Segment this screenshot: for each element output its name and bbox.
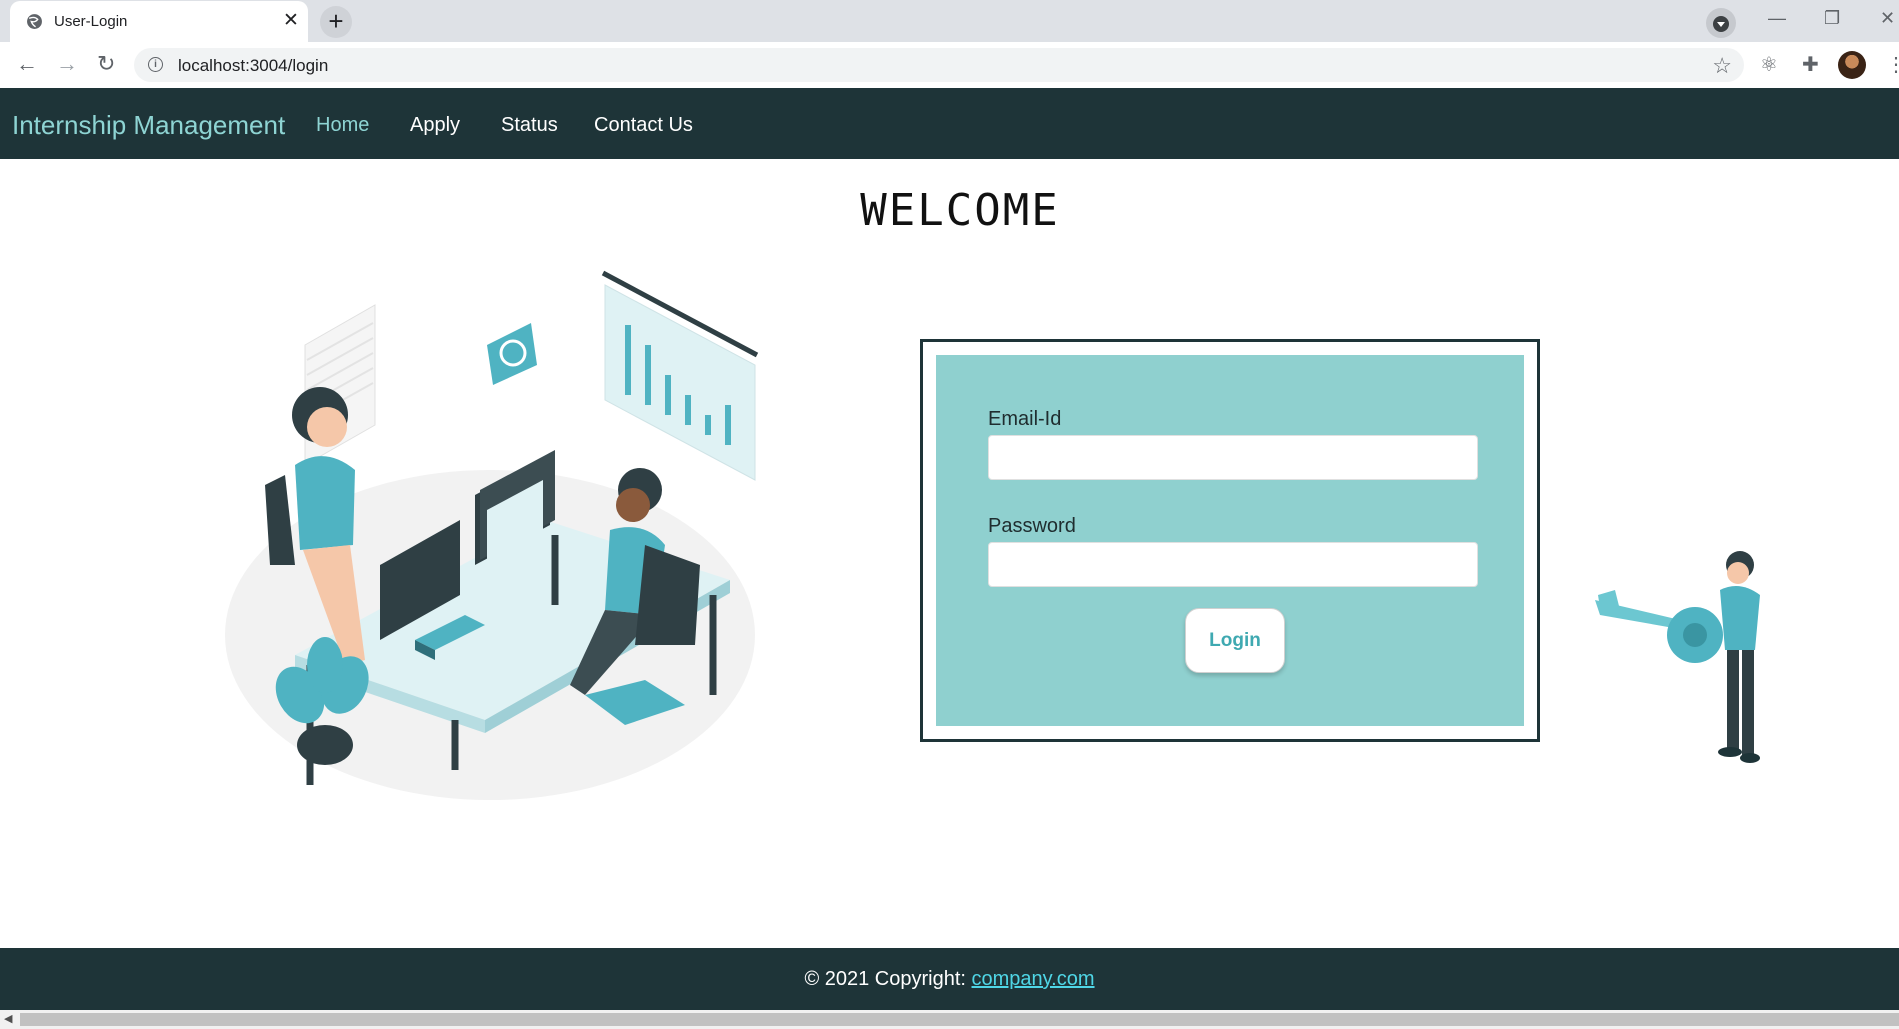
browser-toolbar: ← → ↻ i localhost:3004/login ☆ ⚛ ✚ ⋮ — [0, 42, 1899, 89]
extension-icon[interactable]: ⚛ — [1760, 52, 1778, 77]
tab-search-button[interactable] — [1706, 8, 1736, 38]
password-field[interactable] — [988, 542, 1478, 587]
star-icon[interactable]: ☆ — [1712, 53, 1732, 79]
forward-icon[interactable]: → — [56, 52, 78, 76]
tab-title: User-Login — [54, 13, 128, 30]
page-title: WELCOME — [860, 185, 1060, 236]
close-window-icon[interactable]: ✕ — [1880, 8, 1895, 29]
info-icon[interactable]: i — [148, 57, 163, 72]
browser-tab[interactable]: User-Login ✕ — [10, 1, 308, 42]
scroll-left-icon[interactable]: ◀ — [4, 1012, 12, 1025]
email-label: Email-Id — [988, 408, 1062, 430]
minimize-icon[interactable]: — — [1768, 8, 1786, 29]
menu-icon[interactable]: ⋮ — [1886, 52, 1899, 77]
close-icon[interactable]: ✕ — [282, 10, 300, 32]
nav-apply[interactable]: Apply — [410, 114, 460, 137]
site-footer: © 2021 Copyright: company.com — [0, 948, 1899, 1010]
chevron-down-icon — [1713, 16, 1729, 32]
login-card: Email-Id Password Login — [920, 339, 1540, 742]
company-link[interactable]: company.com — [972, 968, 1095, 990]
login-form: Email-Id Password Login — [936, 355, 1524, 726]
puzzle-icon[interactable]: ✚ — [1802, 52, 1819, 77]
globe-icon — [27, 14, 42, 29]
new-tab-button[interactable]: + — [320, 6, 352, 38]
site-navbar: Internship Management Home Apply Status … — [0, 88, 1899, 159]
horizontal-scrollbar[interactable]: ◀ — [0, 1010, 1899, 1029]
office-illustration — [225, 270, 759, 800]
scrollbar-thumb[interactable] — [20, 1013, 1899, 1026]
copyright-label: © 2021 Copyright: — [804, 968, 966, 990]
nav-contact-us[interactable]: Contact Us — [594, 114, 693, 137]
address-bar[interactable]: i localhost:3004/login ☆ — [134, 48, 1744, 82]
restore-icon[interactable]: ❐ — [1824, 8, 1840, 29]
reload-icon[interactable]: ↻ — [97, 52, 115, 76]
nav-home[interactable]: Home — [316, 114, 369, 137]
avatar[interactable] — [1838, 51, 1866, 79]
brand-link[interactable]: Internship Management — [12, 110, 285, 141]
nav-status[interactable]: Status — [501, 114, 558, 137]
browser-tabbar: User-Login ✕ + — ❐ ✕ — [0, 0, 1899, 42]
key-person-illustration — [1595, 551, 1760, 763]
login-button[interactable]: Login — [1185, 608, 1285, 673]
password-label: Password — [988, 515, 1076, 537]
copyright-text: © 2021 Copyright: company.com — [804, 968, 1094, 990]
back-icon[interactable]: ← — [16, 52, 38, 76]
url-text[interactable]: localhost:3004/login — [178, 56, 328, 76]
email-field[interactable] — [988, 435, 1478, 480]
